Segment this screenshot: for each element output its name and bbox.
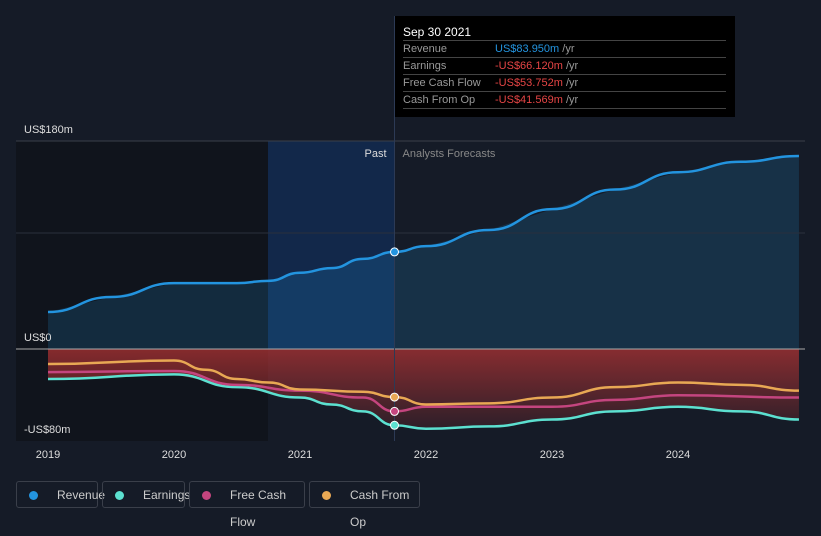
legend-label: Earnings xyxy=(143,488,191,502)
tooltip-value: -US$53.752m /yr xyxy=(495,77,579,89)
series-point-0 xyxy=(390,247,399,257)
x-tick-label: 2024 xyxy=(666,449,690,461)
legend-cash-from-op[interactable]: Cash From Op xyxy=(309,481,420,529)
x-tick-label: 2020 xyxy=(162,449,186,461)
legend-revenue[interactable]: Revenue xyxy=(16,481,105,508)
legend-dot-icon xyxy=(322,491,331,500)
tooltip-date: Sep 30 2021 xyxy=(403,25,472,39)
series-point-1 xyxy=(390,420,399,430)
series-point-3 xyxy=(390,392,399,402)
forecast-label: Analysts Forecasts xyxy=(403,148,496,160)
tooltip-label: Cash From Op xyxy=(403,94,476,106)
tooltip-value: -US$66.120m /yr xyxy=(495,60,579,72)
legend-dot-icon xyxy=(29,491,38,500)
tooltip-value: US$83.950m /yr xyxy=(495,43,575,55)
y-tick-label: -US$80m xyxy=(24,424,70,436)
tooltip-row: Revenue US$83.950m /yr xyxy=(403,40,726,58)
series-point-2 xyxy=(390,406,399,416)
legend-dot-icon xyxy=(115,491,124,500)
legend-label: Revenue xyxy=(57,488,106,502)
tooltip-label: Revenue xyxy=(403,43,448,55)
y-tick-label: US$0 xyxy=(24,332,52,344)
tooltip-label: Free Cash Flow xyxy=(403,77,481,89)
tooltip-row: Earnings -US$66.120m /yr xyxy=(403,57,726,75)
tooltip: Sep 30 2021 Revenue US$83.950m /yr Earning… xyxy=(395,16,735,117)
y-tick-label: US$180m xyxy=(24,124,73,136)
tooltip-value: -US$41.569m /yr xyxy=(495,94,579,106)
legend-free-cash-flow[interactable]: Free Cash Flow xyxy=(189,481,305,529)
tooltip-label: Earnings xyxy=(403,60,447,72)
x-tick-label: 2023 xyxy=(540,449,564,461)
legend-dot-icon xyxy=(202,491,211,500)
x-tick-label: 2022 xyxy=(414,449,438,461)
x-tick-label: 2021 xyxy=(288,449,312,461)
past-label: Past xyxy=(364,148,386,160)
tooltip-row: Free Cash Flow -US$53.752m /yr xyxy=(403,74,726,92)
legend-earnings[interactable]: Earnings xyxy=(102,481,190,508)
tooltip-row: Cash From Op -US$41.569m /yr xyxy=(403,91,726,109)
x-tick-label: 2019 xyxy=(36,449,60,461)
